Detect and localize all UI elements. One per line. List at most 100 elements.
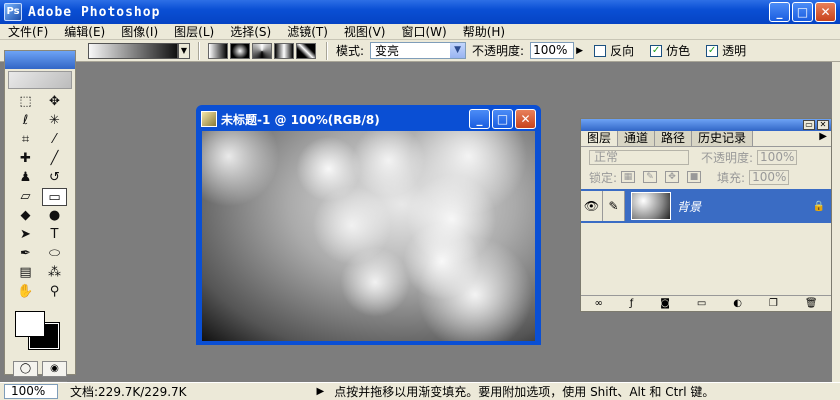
gradient-dropdown-icon[interactable]: ▼ [178, 42, 190, 59]
foreground-color-swatch[interactable] [15, 311, 45, 337]
diamond-gradient-button[interactable] [296, 42, 316, 59]
path-selection-tool-icon[interactable]: ➤ [13, 226, 38, 244]
tab-history[interactable]: 历史记录 [692, 131, 754, 146]
photoshop-app-icon[interactable]: Ps [4, 3, 22, 21]
color-swatches [13, 309, 67, 353]
hand-tool-icon[interactable]: ✋ [13, 283, 38, 301]
shape-tool-icon[interactable]: ⬭ [42, 245, 67, 263]
magic-wand-tool-icon[interactable]: ✳ [42, 112, 67, 130]
adobe-online-logo[interactable] [8, 71, 72, 89]
quick-mask-button[interactable]: ◉ [42, 361, 67, 377]
radial-gradient-button[interactable] [230, 42, 250, 59]
healing-brush-tool-icon[interactable]: ✚ [13, 150, 38, 168]
document-window: 未标题-1 @ 100%(RGB/8) _ □ ✕ [196, 105, 541, 345]
zoom-input[interactable]: 100% [4, 384, 58, 399]
layer-brush-icon[interactable]: ✎ [603, 191, 625, 221]
slice-tool-icon[interactable]: ⁄ [42, 131, 67, 149]
blend-opacity-row: 正常 不透明度: 100% [581, 147, 831, 167]
layers-panel-title-bar[interactable]: ▭ ✕ [581, 119, 831, 131]
blend-mode-select[interactable]: 正常 [589, 149, 689, 165]
visibility-eye-icon[interactable]: 👁 [581, 191, 603, 221]
history-brush-tool-icon[interactable]: ↺ [42, 169, 67, 187]
link-layers-icon[interactable]: ∞ [594, 298, 602, 309]
adjustment-layer-icon[interactable]: ◐ [733, 298, 742, 309]
menu-filter[interactable]: 滤镜(T) [279, 23, 336, 40]
crop-tool-icon[interactable]: ⌗ [13, 131, 38, 149]
lasso-tool-icon[interactable]: ℓ [13, 112, 38, 130]
opacity-input[interactable]: 100% [530, 42, 575, 59]
tab-layers[interactable]: 图层 [581, 131, 619, 146]
new-layer-icon[interactable]: ❐ [769, 298, 778, 309]
lock-transparency-icon[interactable]: ▦ [621, 171, 636, 183]
reverse-checkbox[interactable] [594, 44, 607, 57]
transparency-option[interactable]: ✓ 透明 [706, 42, 746, 59]
eyedropper-tool-icon[interactable]: ⁂ [42, 264, 67, 282]
pen-tool-icon[interactable]: ✒ [13, 245, 38, 263]
menu-image[interactable]: 图像(I) [113, 23, 166, 40]
brush-tool-icon[interactable]: ╱ [42, 150, 67, 168]
menu-view[interactable]: 视图(V) [336, 23, 394, 40]
lock-all-icon[interactable]: ■ [687, 171, 702, 183]
minimize-button[interactable]: _ [769, 2, 790, 22]
close-button[interactable]: ✕ [815, 2, 836, 22]
panel-minimize-button[interactable]: ▭ [803, 120, 815, 130]
type-tool-icon[interactable]: T [42, 226, 67, 244]
marquee-tool-icon[interactable]: ⬚ [13, 93, 38, 111]
opacity-slider-arrow-icon[interactable]: ▶ [576, 46, 584, 56]
document-title-bar[interactable]: 未标题-1 @ 100%(RGB/8) _ □ ✕ [199, 108, 538, 130]
document-close-button[interactable]: ✕ [515, 109, 536, 129]
layer-row-background[interactable]: 👁 ✎ 背景 🔒 [581, 189, 831, 223]
menu-file[interactable]: 文件(F) [0, 23, 56, 40]
reflected-gradient-button[interactable] [274, 42, 294, 59]
linear-gradient-button[interactable] [208, 42, 228, 59]
toolbox: ⬚ ✥ ℓ ✳ ⌗ ⁄ ✚ ╱ ♟ ↺ ▱ ▭ ◆ ● ➤ T ✒ ⬭ ▤ ⁂ … [4, 50, 76, 397]
eraser-tool-icon[interactable]: ▱ [13, 188, 38, 206]
layer-mask-icon[interactable]: ◙ [660, 298, 670, 309]
workspace-scrollbar[interactable] [832, 62, 840, 382]
stamp-tool-icon[interactable]: ♟ [13, 169, 38, 187]
reverse-label: 反向 [610, 44, 635, 58]
fill-input[interactable]: 100% [749, 169, 790, 185]
chevron-down-icon: ▼ [450, 43, 466, 58]
layer-style-icon[interactable]: ƒ [630, 298, 634, 309]
menu-edit[interactable]: 编辑(E) [56, 23, 113, 40]
menu-window[interactable]: 窗口(W) [393, 23, 454, 40]
gradient-tool-icon[interactable]: ▭ [42, 188, 67, 206]
standard-mode-button[interactable]: ◯ [13, 361, 38, 377]
maximize-button[interactable]: □ [792, 2, 813, 22]
panel-close-button[interactable]: ✕ [817, 120, 829, 130]
lock-position-icon[interactable]: ✥ [665, 171, 680, 183]
gradient-picker[interactable] [88, 42, 178, 59]
layer-opacity-input[interactable]: 100% [757, 149, 798, 165]
delete-layer-icon[interactable]: 🗑 [805, 298, 818, 309]
dither-checkbox[interactable]: ✓ [650, 44, 663, 57]
menu-layer[interactable]: 图层(L) [166, 23, 222, 40]
blur-tool-icon[interactable]: ◆ [13, 207, 38, 225]
panel-menu-arrow-icon[interactable]: ▶ [819, 131, 831, 146]
notes-tool-icon[interactable]: ▤ [13, 264, 38, 282]
document-icon[interactable] [201, 111, 217, 127]
reverse-option[interactable]: 反向 [594, 42, 634, 59]
menu-select[interactable]: 选择(S) [222, 23, 279, 40]
document-minimize-button[interactable]: _ [469, 109, 490, 129]
divider [326, 41, 328, 60]
move-tool-icon[interactable]: ✥ [42, 93, 67, 111]
status-bar: 100% 文档:229.7K/229.7K ▶ 点按并拖移以用渐变填充。要用附加… [0, 382, 840, 400]
layer-lock-icon: 🔒 [812, 200, 825, 212]
status-menu-arrow-icon[interactable]: ▶ [317, 386, 325, 397]
dodge-tool-icon[interactable]: ● [42, 207, 67, 225]
tab-channels[interactable]: 通道 [618, 131, 656, 146]
tab-paths[interactable]: 路径 [655, 131, 693, 146]
lock-pixels-icon[interactable]: ✎ [643, 171, 658, 183]
layer-set-icon[interactable]: ▭ [697, 298, 706, 309]
zoom-tool-icon[interactable]: ⚲ [42, 283, 67, 301]
transparency-checkbox[interactable]: ✓ [706, 44, 719, 57]
toolbox-title-bar[interactable] [5, 51, 75, 69]
image-canvas[interactable] [202, 131, 535, 341]
mode-select[interactable]: 变亮 ▼ [370, 42, 467, 59]
menu-help[interactable]: 帮助(H) [455, 23, 513, 40]
dither-option[interactable]: ✓ 仿色 [650, 42, 690, 59]
angle-gradient-button[interactable] [252, 42, 272, 59]
opacity-label: 不透明度: [472, 44, 525, 58]
document-maximize-button[interactable]: □ [492, 109, 513, 129]
